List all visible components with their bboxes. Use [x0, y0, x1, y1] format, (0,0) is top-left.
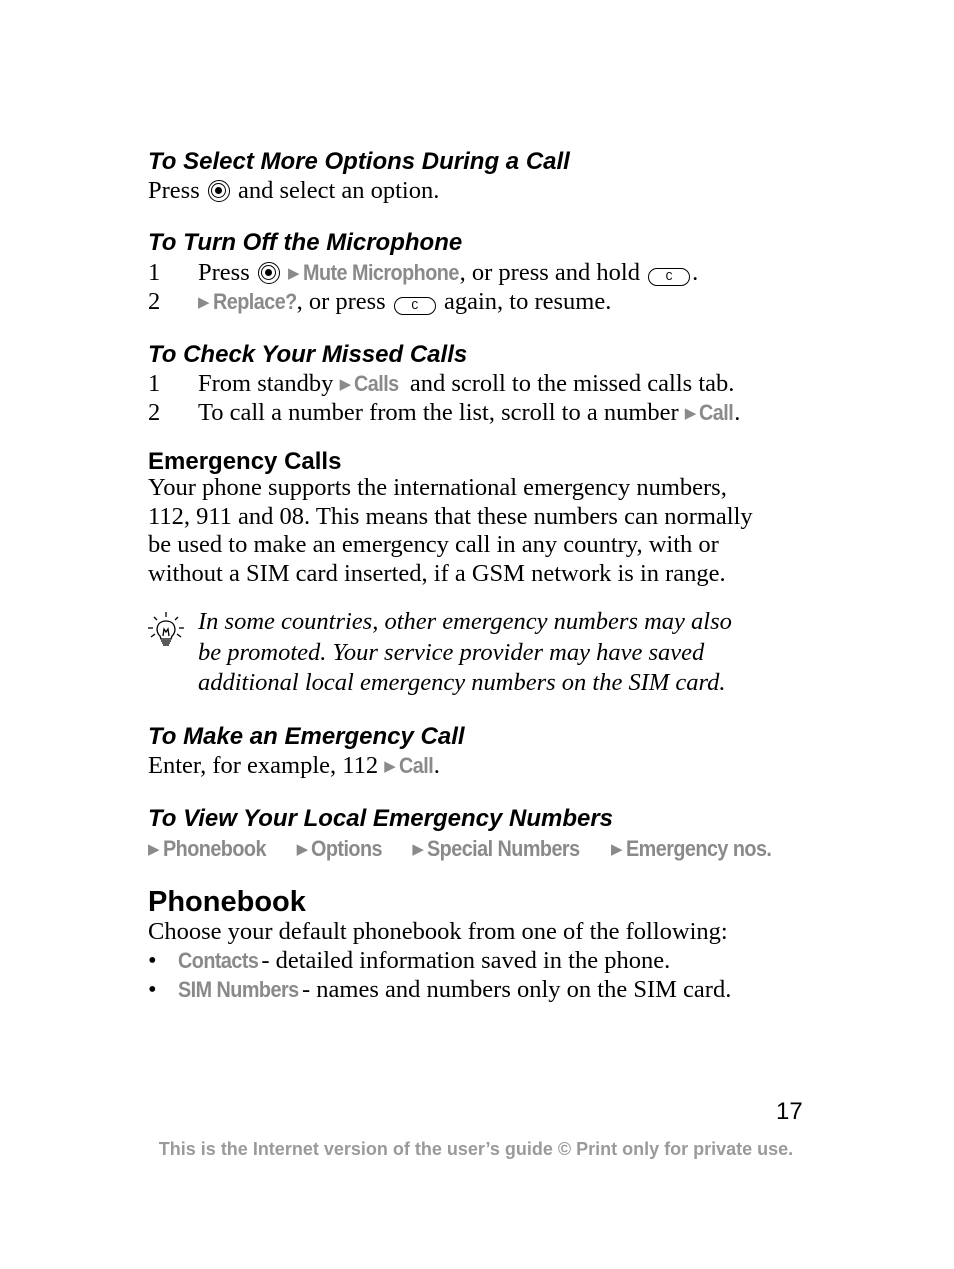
navigation-key-icon	[207, 180, 230, 202]
arrow-icon: ▶	[198, 295, 210, 311]
menu-path: ▶ Phonebook ▶ Options ▶ Special Numbers ▶ Em…	[148, 834, 787, 865]
mute-step-1: 1 Press ▶ Mute Microphone, or press and ho…	[148, 258, 698, 289]
heading-view-local-numbers: To View Your Local Emergency Numbers	[148, 805, 614, 832]
menu-item-calls: Calls	[354, 371, 399, 396]
heading-turn-off-mic: To Turn Off the Microphone	[148, 229, 463, 256]
arrow-icon: ▶	[339, 377, 352, 393]
menu-item-mute-microphone: Mute Microphone	[302, 260, 459, 285]
menu-item-special-numbers: Special Numbers	[426, 836, 580, 861]
menu-item-contacts: Contacts	[178, 948, 259, 973]
heading-missed-calls: To Check Your Missed Calls	[148, 341, 468, 368]
select-options-text: Press and select an option.	[148, 177, 440, 204]
navigation-key-icon	[257, 262, 280, 284]
c-key-icon: C	[393, 297, 436, 315]
heading-select-options: To Select More Options During a Call	[148, 148, 570, 175]
emergency-paragraph: Your phone supports the international em…	[148, 474, 753, 588]
missed-step-2: 2 To call a number from the list, scroll …	[148, 398, 740, 429]
missed-step-1: 1 From standby ▶ Calls and scroll to the m…	[148, 369, 734, 400]
phonebook-option-contacts: • Contacts - detailed information saved in…	[148, 947, 671, 974]
phonebook-option-sim: • SIM Numbers - names and numbers only on …	[148, 976, 732, 1003]
arrow-icon: ▶	[384, 759, 396, 775]
menu-item-call: Call	[398, 753, 434, 778]
arrow-icon: ▶	[296, 842, 309, 858]
menu-item-phonebook: Phonebook	[162, 836, 266, 861]
arrow-icon: ▶	[287, 266, 300, 282]
arrow-icon: ▶	[684, 406, 697, 422]
lightbulb-icon	[148, 612, 184, 646]
c-key-icon: C	[648, 268, 691, 286]
menu-item-replace: Replace?	[212, 289, 297, 314]
menu-item-call: Call	[699, 400, 734, 425]
heading-phonebook: Phonebook	[148, 886, 306, 918]
arrow-icon: ▶	[148, 842, 160, 858]
arrow-icon: ▶	[412, 842, 424, 858]
heading-make-emergency-call: To Make an Emergency Call	[148, 723, 465, 750]
menu-item-sim-numbers: SIM Numbers	[178, 977, 299, 1002]
make-emergency-text: Enter, for example, 112 ▶ Call.	[148, 751, 440, 782]
menu-item-emergency-nos: Emergency nos.	[625, 836, 772, 861]
menu-item-options: Options	[311, 836, 383, 861]
tip-note: In some countries, other emergency numbe…	[198, 608, 732, 696]
heading-emergency-calls: Emergency Calls	[148, 448, 342, 475]
arrow-icon: ▶	[611, 842, 623, 858]
footer-notice: This is the Internet version of the user…	[158, 1139, 794, 1159]
mute-step-2: 2 ▶ Replace?, or press C again, to resume.	[148, 287, 611, 318]
page-number: 17	[776, 1098, 803, 1125]
phonebook-intro: Choose your default phonebook from one o…	[148, 918, 728, 945]
